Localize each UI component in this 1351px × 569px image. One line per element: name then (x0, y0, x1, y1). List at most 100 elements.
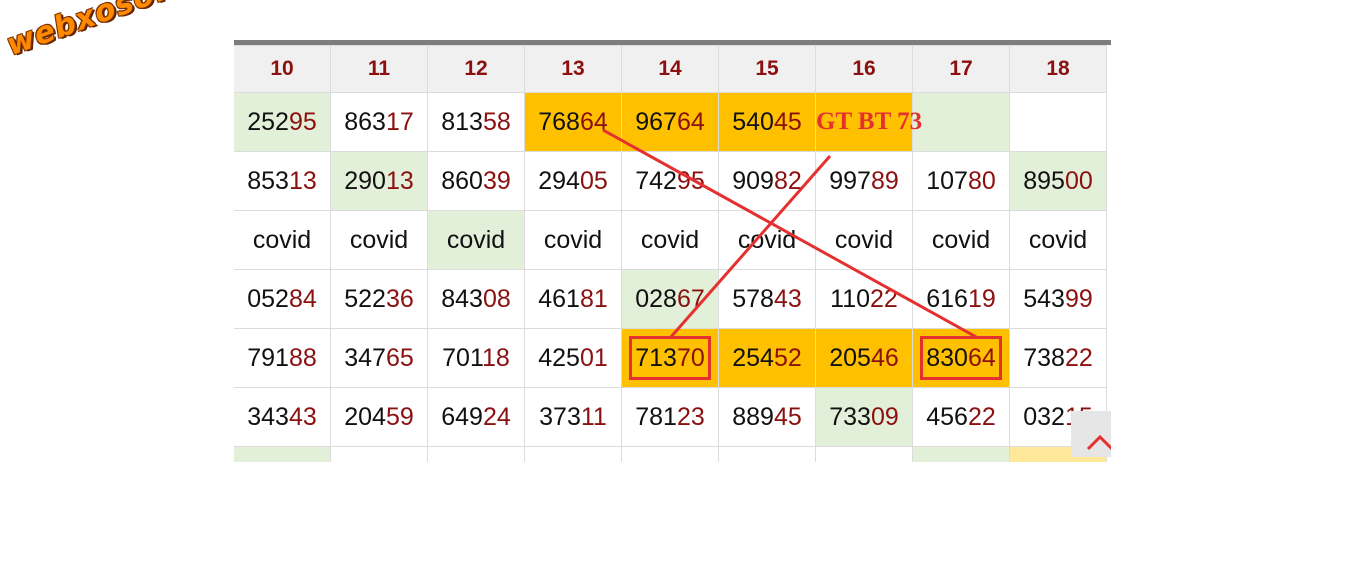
number-prefix: 895 (1023, 166, 1065, 195)
table-row (234, 446, 1107, 462)
result-cell: 46181 (524, 269, 622, 329)
result-cell: 79188 (234, 328, 331, 388)
number-prefix: covid (349, 225, 409, 254)
number-prefix: 254 (732, 343, 774, 372)
number-last-two: 45 (773, 402, 802, 431)
result-cell: 42501 (524, 328, 622, 388)
column-header-11: 11 (330, 45, 428, 93)
number-prefix: 813 (441, 107, 483, 136)
result-cell: 29013 (330, 151, 428, 211)
number-prefix: 343 (247, 402, 289, 431)
table-row: 85313 29013 86039 29405 74295 90982 99789 10780… (234, 151, 1107, 211)
column-header-12: 12 (427, 45, 525, 93)
result-cell: 73309 (815, 387, 913, 447)
column-header-15: 15 (718, 45, 816, 93)
result-cell: 20546 (815, 328, 913, 388)
number-last-two: 95 (676, 166, 705, 195)
number-prefix: 540 (732, 107, 774, 136)
number-last-two: 09 (870, 402, 899, 431)
number-last-two: 36 (385, 284, 414, 313)
result-cell: 76864 (524, 92, 622, 152)
number-last-two: 05 (579, 166, 608, 195)
result-cell: covid (815, 210, 913, 270)
number-last-two: 59 (385, 402, 414, 431)
result-cell: 61619 (912, 269, 1010, 329)
number-last-two: 65 (385, 343, 414, 372)
number-prefix: covid (640, 225, 700, 254)
result-cell: 10780 (912, 151, 1010, 211)
result-cell: 86317 (330, 92, 428, 152)
number-last-two: 64 (967, 344, 996, 372)
result-cell (330, 446, 428, 462)
number-last-two: 84 (288, 284, 317, 313)
result-cell (815, 446, 913, 462)
number-prefix: 967 (635, 107, 677, 136)
scroll-top-button[interactable] (1071, 411, 1114, 457)
result-cell: 96764 (621, 92, 719, 152)
result-cell: 37311 (524, 387, 622, 447)
result-cell: 52236 (330, 269, 428, 329)
number-prefix: 860 (441, 166, 483, 195)
number-prefix: 205 (829, 343, 871, 372)
number-prefix: 997 (829, 166, 871, 195)
site-logo: webxoso.net (2, 0, 227, 63)
result-cell: covid (427, 210, 525, 270)
number-last-two: 19 (967, 284, 996, 313)
results-table-container: 10 11 12 13 14 15 16 17 18 25295 86317 81358 76864 9… (234, 40, 1111, 462)
result-cell (912, 446, 1010, 462)
result-cell: 45622 (912, 387, 1010, 447)
number-last-two: 22 (870, 284, 898, 313)
number-last-two: 52 (773, 343, 802, 372)
number-prefix: 791 (247, 343, 289, 372)
table-row: 25295 86317 81358 76864 96764 54045 (234, 92, 1107, 152)
number-last-two: 70 (676, 344, 705, 372)
number-prefix: 863 (344, 107, 386, 136)
result-cell: covid (330, 210, 428, 270)
result-cell: 86039 (427, 151, 525, 211)
annotation-label: GT BT 73 (816, 108, 923, 135)
number-prefix: covid (1028, 225, 1088, 254)
number-last-two: 23 (676, 402, 705, 431)
number-prefix: 889 (732, 402, 774, 431)
result-cell: covid (718, 210, 816, 270)
column-header-17: 17 (912, 45, 1010, 93)
column-header-10: 10 (234, 45, 331, 93)
number-last-two: 22 (967, 402, 996, 431)
number-last-two: 11 (580, 402, 607, 431)
result-cell: 85313 (234, 151, 331, 211)
number-prefix: 522 (344, 284, 386, 313)
number-prefix: 649 (441, 402, 483, 431)
number-prefix: 294 (538, 166, 580, 195)
chevron-up-icon (1086, 434, 1114, 451)
result-cell: 83064 (912, 328, 1010, 388)
number-prefix: 028 (635, 284, 677, 313)
number-last-two: 82 (773, 166, 802, 195)
column-header-14: 14 (621, 45, 719, 93)
table-row: 05284 52236 84308 46181 02867 57843 11022 61619… (234, 269, 1107, 329)
number-prefix: 204 (344, 402, 386, 431)
result-cell (912, 92, 1010, 152)
result-cell: 54399 (1009, 269, 1107, 329)
result-cell: 29405 (524, 151, 622, 211)
number-prefix: 830 (926, 344, 968, 372)
number-last-two: 88 (288, 343, 317, 372)
number-prefix: 425 (538, 343, 580, 372)
number-prefix: 843 (441, 284, 483, 313)
result-cell: 25295 (234, 92, 331, 152)
number-prefix: 701 (442, 343, 483, 372)
number-last-two: 24 (482, 402, 511, 431)
result-cell (718, 446, 816, 462)
result-cell: 73822 (1009, 328, 1107, 388)
results-table: 10 11 12 13 14 15 16 17 18 25295 86317 81358 76864 9… (234, 45, 1107, 462)
result-cell: 11022 (815, 269, 913, 329)
result-cell (524, 446, 622, 462)
number-prefix: 110 (830, 284, 871, 313)
number-last-two: 99 (1064, 284, 1093, 313)
table-row: 79188 34765 70118 42501 71370 25452 20546 83064… (234, 328, 1107, 388)
number-last-two: 58 (482, 107, 511, 136)
result-cell: covid (234, 210, 331, 270)
number-last-two: 13 (288, 166, 317, 195)
result-cell: 89500 (1009, 151, 1107, 211)
number-prefix: 373 (539, 402, 581, 431)
result-cell: 25452 (718, 328, 816, 388)
